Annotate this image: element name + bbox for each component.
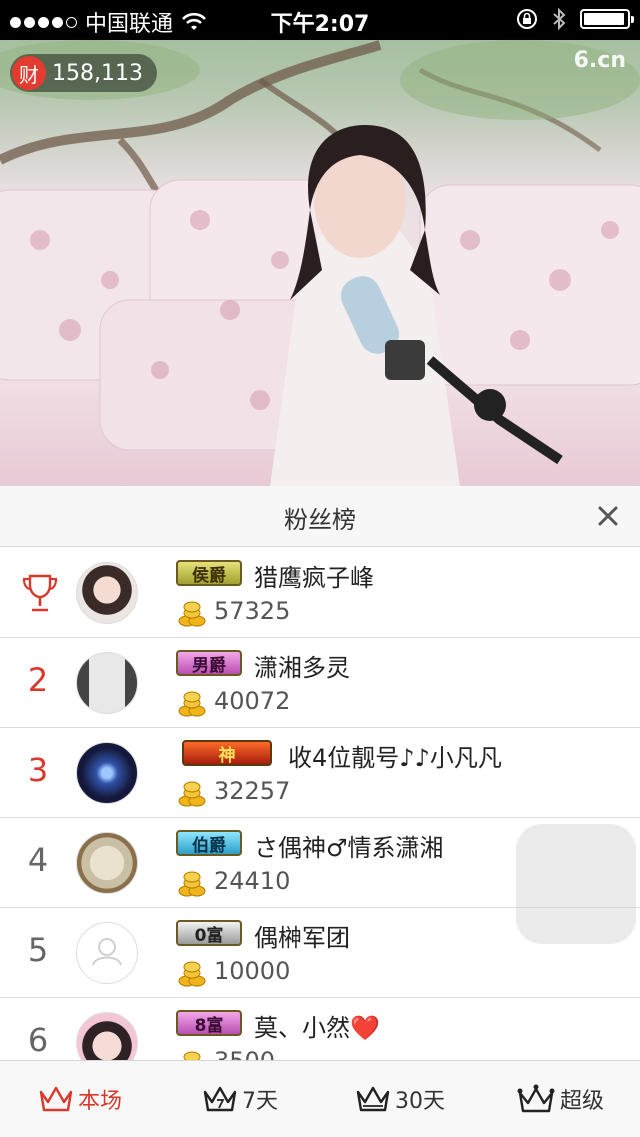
coin-icon [183, 1051, 201, 1060]
rank-number: 3 [27, 751, 49, 789]
fan-score: 57325 [214, 597, 291, 625]
wealth-value: 158,113 [52, 60, 143, 86]
tab-label: 30天 [395, 1089, 445, 1114]
battery-icon [580, 9, 634, 29]
tab-super[interactable]: 超级 [480, 1061, 640, 1137]
rank-number: 4 [27, 841, 49, 879]
fan-name: 潇湘多灵 [254, 654, 350, 682]
avatar[interactable] [76, 922, 138, 984]
coin-icon [178, 871, 206, 897]
fan-score: 3500 [214, 1047, 275, 1060]
trophy-icon [22, 574, 58, 612]
fan-score: 32257 [214, 777, 291, 805]
status-right [516, 7, 634, 31]
tab-30-days[interactable]: 30天 [320, 1061, 480, 1137]
tab-label: 7天 [242, 1089, 278, 1114]
list-item[interactable]: 侯爵 猎鹰疯子峰 57325 [0, 547, 640, 638]
coin-icon [178, 961, 206, 987]
live-video[interactable]: 财 158,113 6.cn [0, 40, 640, 486]
fan-score: 24410 [214, 867, 291, 895]
wealth-icon: 财 [12, 56, 46, 90]
rotation-lock-icon [517, 9, 537, 29]
crown-icon [39, 1086, 73, 1112]
fan-score: 10000 [214, 957, 291, 985]
rank-badge: 男爵 [176, 650, 242, 676]
default-avatar-icon [92, 938, 122, 966]
list-item[interactable]: 2 男爵 潇湘多灵 40072 [0, 637, 640, 728]
crown-super-icon [517, 1084, 555, 1113]
fan-list-header: 粉丝榜 [0, 486, 640, 547]
tab-label: 超级 [559, 1089, 604, 1114]
coin-icon [178, 691, 206, 717]
bluetooth-icon [553, 7, 566, 31]
rank-number: 2 [27, 661, 49, 699]
avatar[interactable] [76, 742, 138, 804]
rank-badge: 神 [182, 740, 272, 766]
avatar[interactable] [76, 562, 138, 624]
status-bar: 中国联通 下午2:07 [0, 0, 640, 40]
assistive-touch-button[interactable] [516, 824, 636, 944]
site-watermark: 6.cn [573, 48, 626, 73]
list-item[interactable]: 6 8富 莫、小然❤️ 3500 [0, 997, 640, 1060]
fan-name: 莫、小然❤️ [254, 1014, 380, 1042]
tab-7-days[interactable]: 7天 [160, 1061, 320, 1137]
video-scene [0, 40, 640, 486]
avatar[interactable] [76, 652, 138, 714]
tab-current[interactable]: 本场 [0, 1061, 160, 1137]
crown-7-icon [203, 1086, 237, 1112]
panel-title: 粉丝榜 [284, 506, 356, 534]
fan-name: 猎鹰疯子峰 [254, 564, 374, 592]
crown-30-icon [356, 1086, 390, 1112]
wealth-badge: 财 158,113 [10, 54, 157, 92]
fan-name: 收4位靓号♪♪小凡凡 [288, 744, 502, 772]
rank-badge: 伯爵 [176, 830, 242, 856]
rank-number: 5 [27, 931, 49, 969]
avatar[interactable] [76, 1012, 138, 1060]
fan-list[interactable]: 侯爵 猎鹰疯子峰 57325 2 男爵 潇湘多灵 40072 3 神 收4位靓号… [0, 547, 640, 1060]
rank-badge: 8富 [176, 1010, 242, 1036]
close-icon[interactable] [592, 500, 624, 532]
rank-badge: 侯爵 [176, 560, 242, 586]
coin-icon [178, 781, 206, 807]
list-item[interactable]: 3 神 收4位靓号♪♪小凡凡 32257 [0, 727, 640, 818]
coin-icon [178, 601, 206, 627]
tab-bar: 本场 7天 30天 超级 [0, 1060, 640, 1137]
fan-score: 40072 [214, 687, 291, 715]
rank-number: 6 [27, 1021, 49, 1059]
fan-name: さ偶神♂情系潇湘 [254, 834, 444, 862]
fan-name: 偶榊军团 [254, 924, 350, 952]
avatar[interactable] [76, 832, 138, 894]
rank-badge: 0富 [176, 920, 242, 946]
tab-label: 本场 [77, 1089, 122, 1114]
